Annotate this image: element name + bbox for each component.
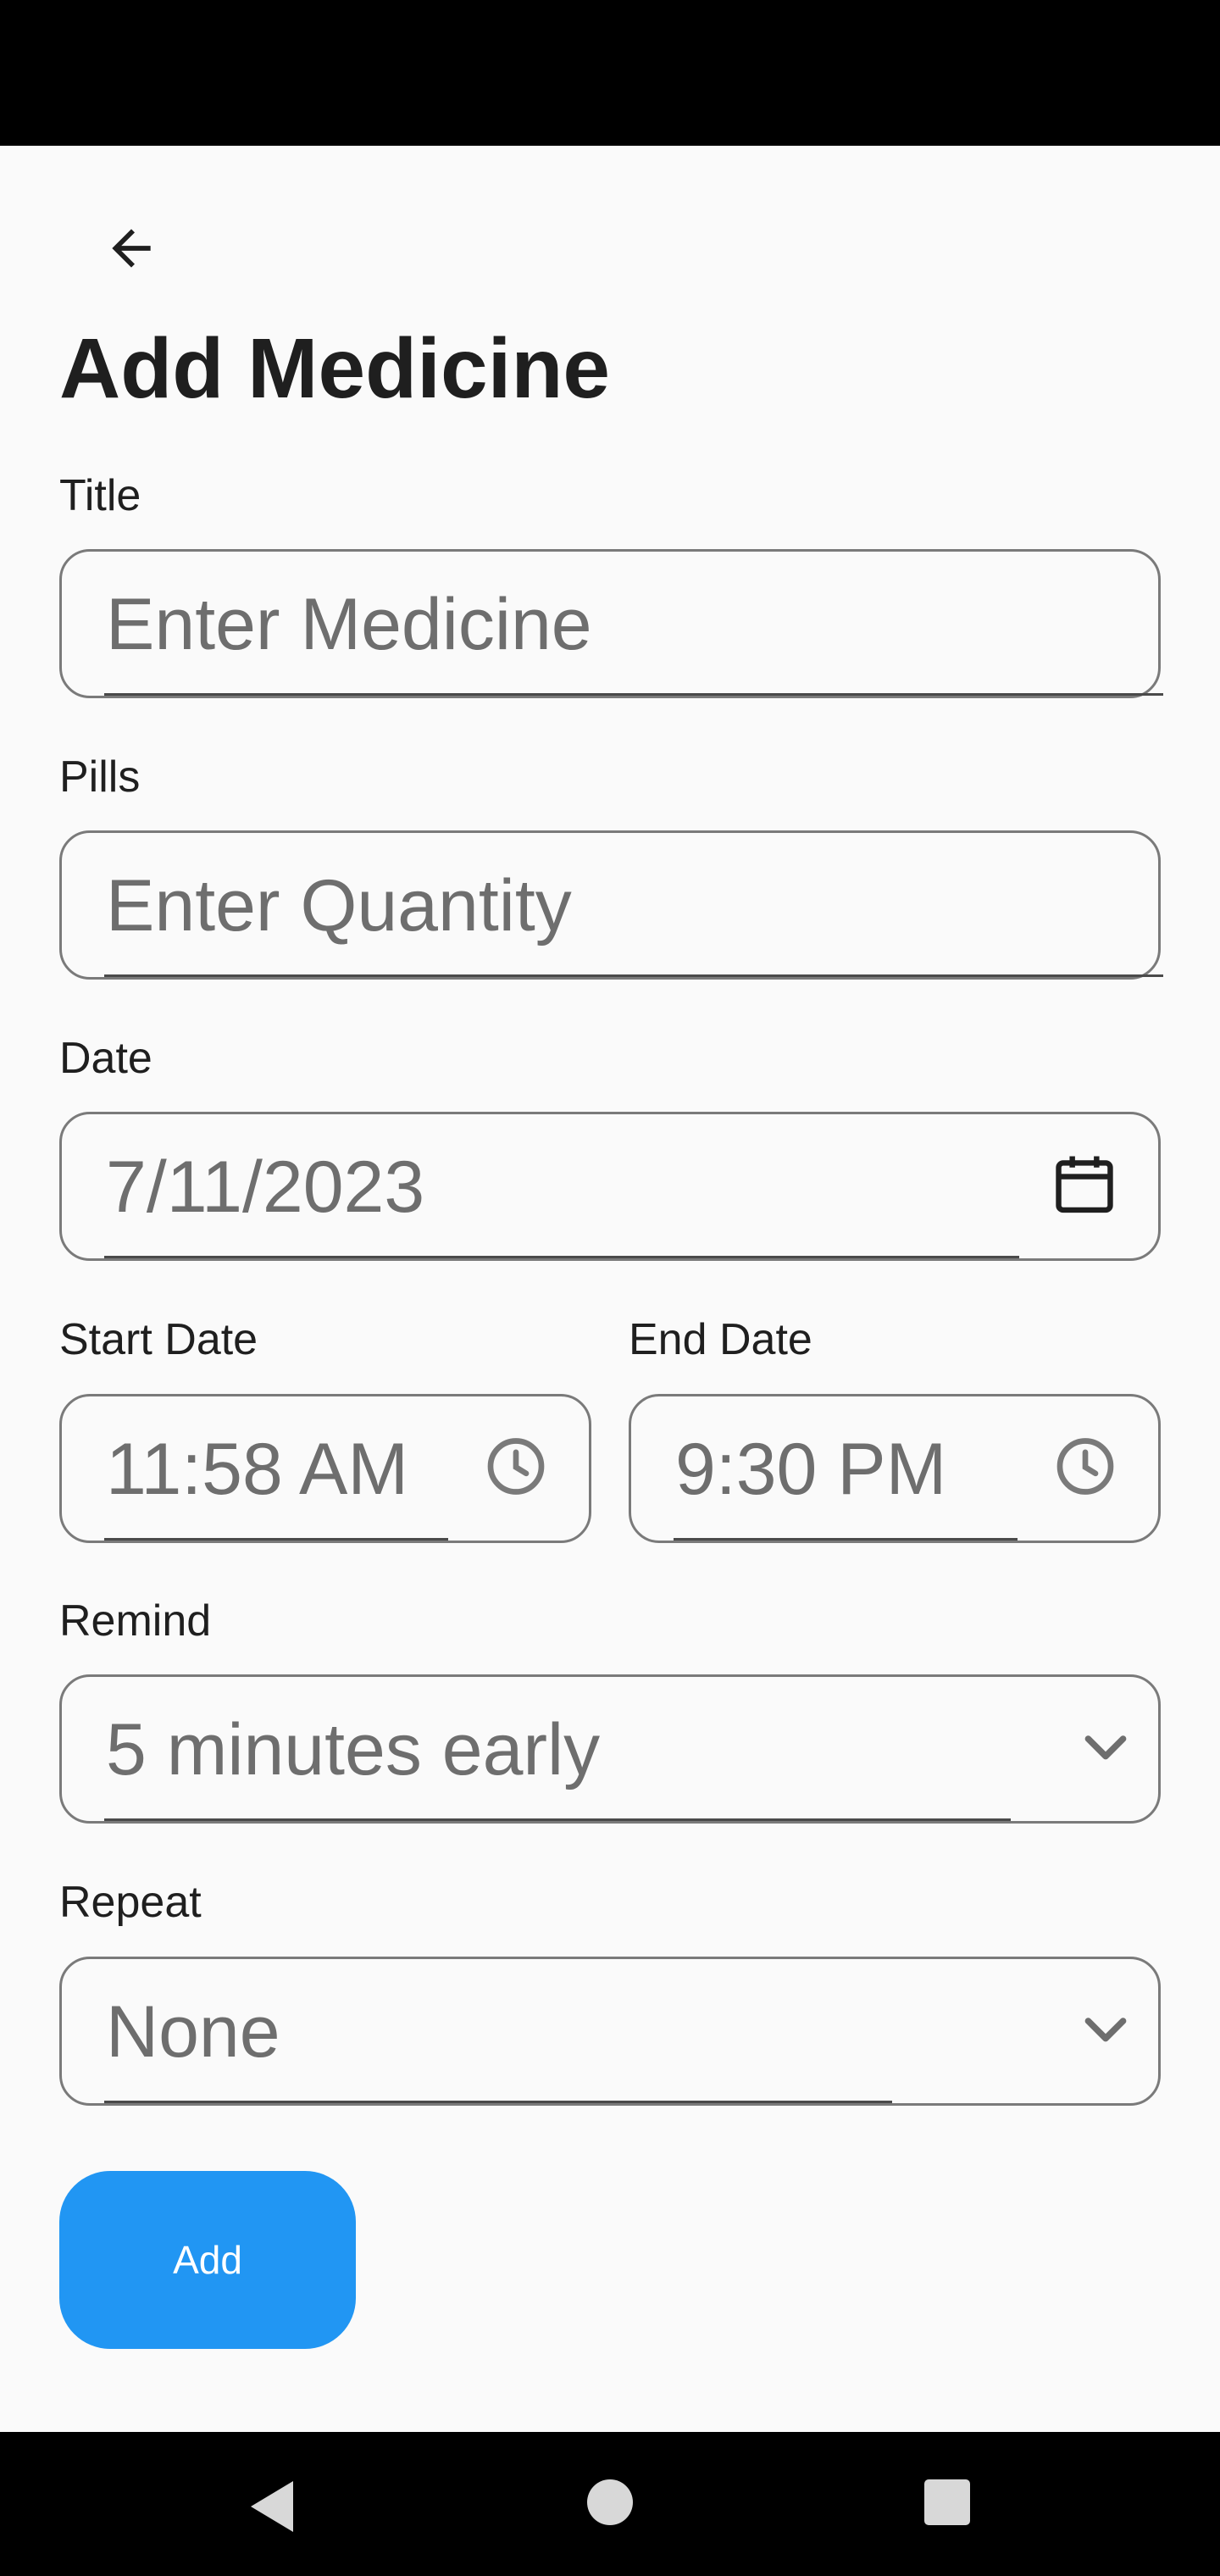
pills-label: Pills	[59, 752, 141, 802]
start-date-field[interactable]: 11:58 AM	[59, 1394, 591, 1543]
nav-home-icon[interactable]	[586, 2479, 634, 2526]
remind-value: 5 minutes early	[106, 1709, 601, 1790]
remind-dropdown[interactable]: 5 minutes early	[59, 1674, 1161, 1824]
end-date-field[interactable]: 9:30 PM	[629, 1394, 1161, 1543]
start-date-label: Start Date	[59, 1315, 258, 1364]
clock-icon[interactable]	[1051, 1433, 1119, 1505]
arrow-left-icon	[112, 229, 151, 268]
repeat-underline	[104, 2101, 892, 2103]
add-button[interactable]: Add	[59, 2171, 356, 2349]
repeat-dropdown[interactable]: None	[59, 1957, 1161, 2106]
back-button[interactable]	[93, 210, 169, 286]
repeat-value: None	[106, 1991, 280, 2073]
date-label: Date	[59, 1034, 152, 1083]
date-value: 7/11/2023	[106, 1146, 425, 1228]
start-date-underline	[104, 1538, 448, 1541]
pills-placeholder: Enter Quantity	[106, 865, 572, 947]
remind-label: Remind	[59, 1596, 212, 1646]
calendar-icon[interactable]	[1048, 1148, 1121, 1225]
end-time-value: 9:30 PM	[675, 1429, 947, 1510]
date-field[interactable]: 7/11/2023	[59, 1112, 1161, 1261]
title-underline	[104, 693, 1163, 696]
page-title: Add Medicine	[59, 321, 611, 416]
nav-recents-icon[interactable]	[923, 2479, 971, 2526]
title-placeholder: Enter Medicine	[106, 584, 592, 665]
pills-field[interactable]: Enter Quantity	[59, 830, 1163, 980]
nav-back-icon[interactable]	[246, 2479, 297, 2534]
end-date-label: End Date	[629, 1315, 812, 1364]
clock-icon[interactable]	[482, 1433, 550, 1505]
date-underline	[104, 1256, 1019, 1258]
end-date-underline	[674, 1538, 1018, 1541]
remind-underline	[104, 1818, 1011, 1821]
chevron-down-icon[interactable]	[1073, 1715, 1138, 1784]
start-time-value: 11:58 AM	[106, 1429, 408, 1510]
title-field[interactable]: Enter Medicine	[59, 549, 1163, 698]
title-label: Title	[59, 471, 141, 520]
chevron-down-icon[interactable]	[1073, 1997, 1138, 2066]
repeat-label: Repeat	[59, 1878, 202, 1927]
status-bar	[0, 0, 1220, 146]
pills-underline	[104, 974, 1163, 977]
